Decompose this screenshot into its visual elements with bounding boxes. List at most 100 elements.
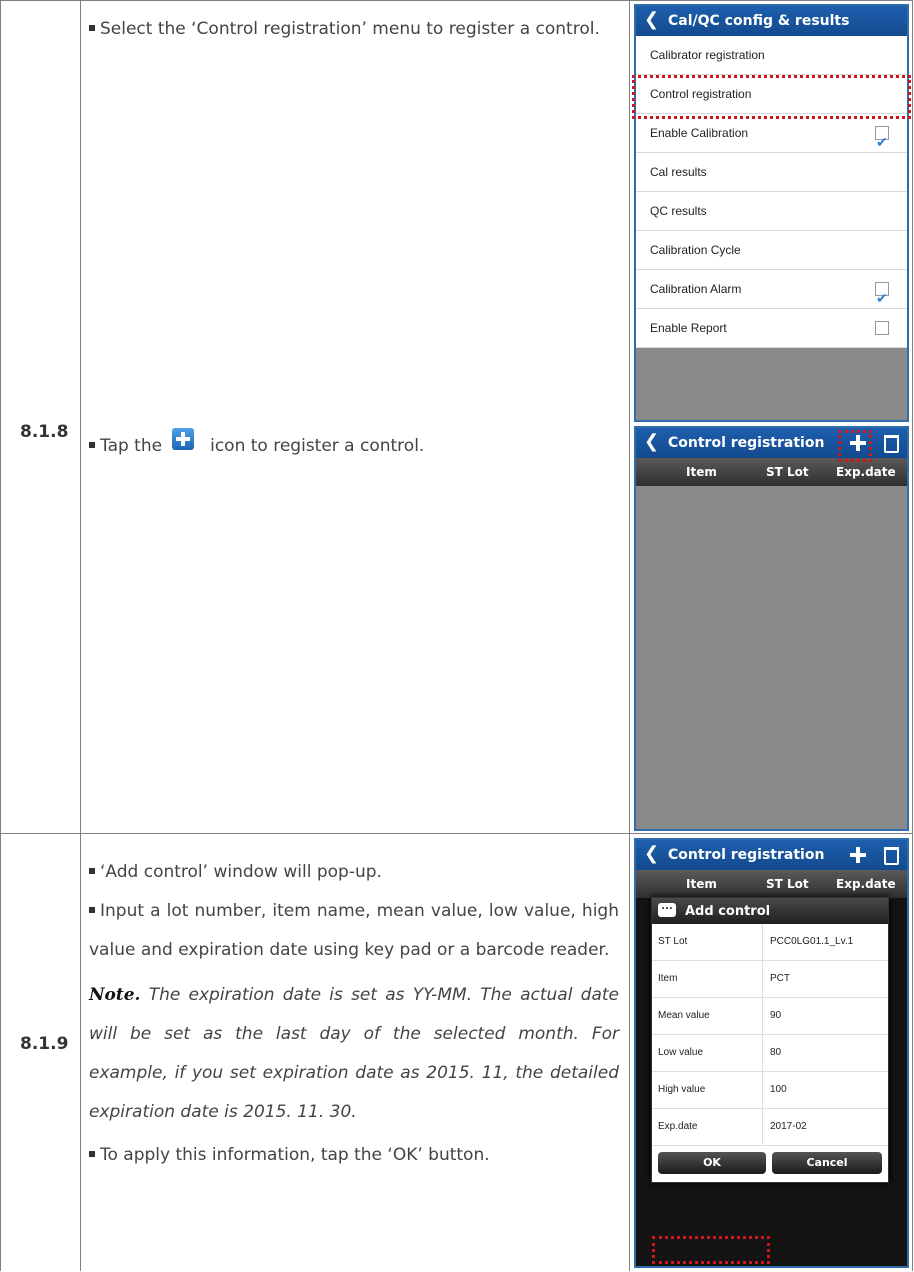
step-label: Input a lot number, item name, mean valu…: [89, 901, 619, 960]
menu-item[interactable]: Calibration Cycle: [636, 231, 907, 270]
procedure-table: 8.1.8 Select the ‘Control registration’ …: [0, 0, 913, 1271]
step-label: ‘Add control’ window will pop-up.: [100, 862, 382, 882]
highlight-ok-button: [652, 1236, 770, 1264]
menu-item-label: Calibration Alarm: [650, 282, 742, 296]
section-number: 8.1.9: [20, 1034, 69, 1054]
menu-item[interactable]: QC results: [636, 192, 907, 231]
empty-list-area: [636, 486, 907, 829]
note-label: Note.: [89, 985, 141, 1005]
column-header: ST Lot: [766, 877, 809, 891]
add-icon[interactable]: [850, 847, 866, 863]
menu-item[interactable]: Calibration Alarm: [636, 270, 907, 317]
note-text: The expiration date is set as YY-MM. The…: [89, 985, 619, 1122]
table-border-top: [0, 0, 913, 1]
step-label: To apply this information, tap the ‘OK’ …: [100, 1145, 490, 1165]
ok-button[interactable]: OK: [658, 1152, 766, 1174]
menu-item-label: Calibrator registration: [650, 48, 765, 62]
dialog-buttons: OK Cancel: [652, 1146, 888, 1182]
delete-icon[interactable]: [884, 847, 899, 865]
field-value-input[interactable]: 90: [770, 1010, 781, 1021]
bullet-icon: [89, 25, 95, 31]
dialog-field-row: High value 100: [652, 1072, 888, 1109]
table-row-divider: [0, 833, 913, 834]
field-divider: [762, 1035, 763, 1071]
bullet-icon: [89, 1151, 95, 1157]
column-header: ST Lot: [766, 465, 809, 479]
table-divider-col2: [629, 0, 630, 1271]
field-divider: [762, 924, 763, 960]
dialog-title: Add control: [685, 904, 771, 919]
table-divider-col1: [80, 0, 81, 1271]
menu-item[interactable]: Calibrator registration: [636, 36, 907, 75]
field-divider: [762, 1072, 763, 1108]
app-bar-title: Control registration: [668, 847, 825, 863]
dialog-field-row: Low value 80: [652, 1035, 888, 1072]
menu-item[interactable]: Cal results: [636, 153, 907, 192]
chat-icon: ...: [658, 902, 676, 917]
app-bar: ❮ Control registration: [636, 840, 907, 870]
field-divider: [762, 998, 763, 1034]
back-arrow-icon[interactable]: ❮: [644, 433, 659, 451]
table-header: Item ST Lot Exp.date: [636, 458, 907, 486]
add-control-dialog: ... Add control ST Lot PCC0LG01.1_Lv.1 Ite…: [651, 897, 889, 1183]
menu-item-label: Enable Report: [650, 321, 727, 335]
dialog-field-row: Mean value 90: [652, 998, 888, 1035]
field-label: Low value: [658, 1047, 704, 1058]
step-label: Select the ‘Control registration’ menu t…: [100, 19, 600, 39]
cancel-button[interactable]: Cancel: [772, 1152, 882, 1174]
column-header: Exp.date: [836, 877, 896, 891]
phone-screen-add-control: ❮ Control registration Item ST Lot Exp.d…: [634, 838, 909, 1268]
plus-icon: [172, 428, 195, 450]
step-text: ‘Add control’ window will pop-up. Input …: [89, 853, 619, 1175]
step-text: Tap the icon to register a control.: [89, 427, 619, 466]
app-bar: ❮ Cal/QC config & results: [636, 6, 907, 36]
bullet-icon: [89, 868, 95, 874]
note-paragraph: Note. The expiration date is set as YY-M…: [89, 976, 619, 1132]
back-arrow-icon[interactable]: ❮: [644, 11, 659, 29]
step-label-before: Tap the: [100, 436, 163, 456]
field-label: High value: [658, 1084, 706, 1095]
phone-screen-calqc-menu: ❮ Cal/QC config & results Calibrator reg…: [634, 4, 909, 422]
menu-item[interactable]: Enable Report: [636, 309, 907, 348]
field-divider: [762, 961, 763, 997]
field-value-input[interactable]: 2017-02: [770, 1121, 807, 1132]
field-value-input[interactable]: 100: [770, 1084, 787, 1095]
bullet-icon: [89, 907, 95, 913]
field-label: Exp.date: [658, 1121, 698, 1132]
menu-item-label: Enable Calibration: [650, 126, 749, 140]
app-bar-title: Control registration: [668, 435, 825, 451]
field-divider: [762, 1109, 763, 1145]
column-header: Item: [686, 877, 717, 891]
dialog-fields: ST Lot PCC0LG01.1_Lv.1 Item PCT Mean value 90…: [652, 924, 888, 1146]
step-text: Select the ‘Control registration’ menu t…: [89, 10, 619, 49]
menu-item-label: Cal results: [650, 165, 707, 179]
dialog-field-row: Item PCT: [652, 961, 888, 998]
table-header: Item ST Lot Exp.date: [636, 870, 907, 898]
app-bar-title: Cal/QC config & results: [668, 13, 850, 29]
highlight-add-icon: [838, 430, 872, 462]
highlight-control-registration: [632, 75, 911, 119]
field-label: Item: [658, 973, 678, 984]
field-label: ST Lot: [658, 936, 688, 947]
menu-item[interactable]: Enable Calibration: [636, 114, 907, 161]
field-value-input[interactable]: PCC0LG01.1_Lv.1: [770, 936, 853, 947]
table-border-right: [912, 0, 913, 1271]
dialog-field-row: ST Lot PCC0LG01.1_Lv.1: [652, 924, 888, 961]
column-header: Item: [686, 465, 717, 479]
field-label: Mean value: [658, 1010, 710, 1021]
checkbox[interactable]: [875, 321, 889, 335]
back-arrow-icon[interactable]: ❮: [644, 845, 659, 863]
delete-icon[interactable]: [884, 435, 899, 453]
dialog-field-row: Exp.date 2017-02: [652, 1109, 888, 1146]
checkbox[interactable]: [875, 123, 889, 161]
section-number: 8.1.8: [20, 422, 69, 442]
step-label-after: icon to register a control.: [210, 436, 425, 456]
phone-screen-control-registration: ❮ Control registration Item ST Lot Exp.d…: [634, 426, 909, 831]
empty-area: [636, 348, 907, 420]
table-border-left: [0, 0, 1, 1271]
field-value-input[interactable]: PCT: [770, 973, 790, 984]
menu-item-label: Calibration Cycle: [650, 243, 741, 257]
column-header: Exp.date: [836, 465, 896, 479]
checkbox[interactable]: [875, 279, 889, 317]
field-value-input[interactable]: 80: [770, 1047, 781, 1058]
